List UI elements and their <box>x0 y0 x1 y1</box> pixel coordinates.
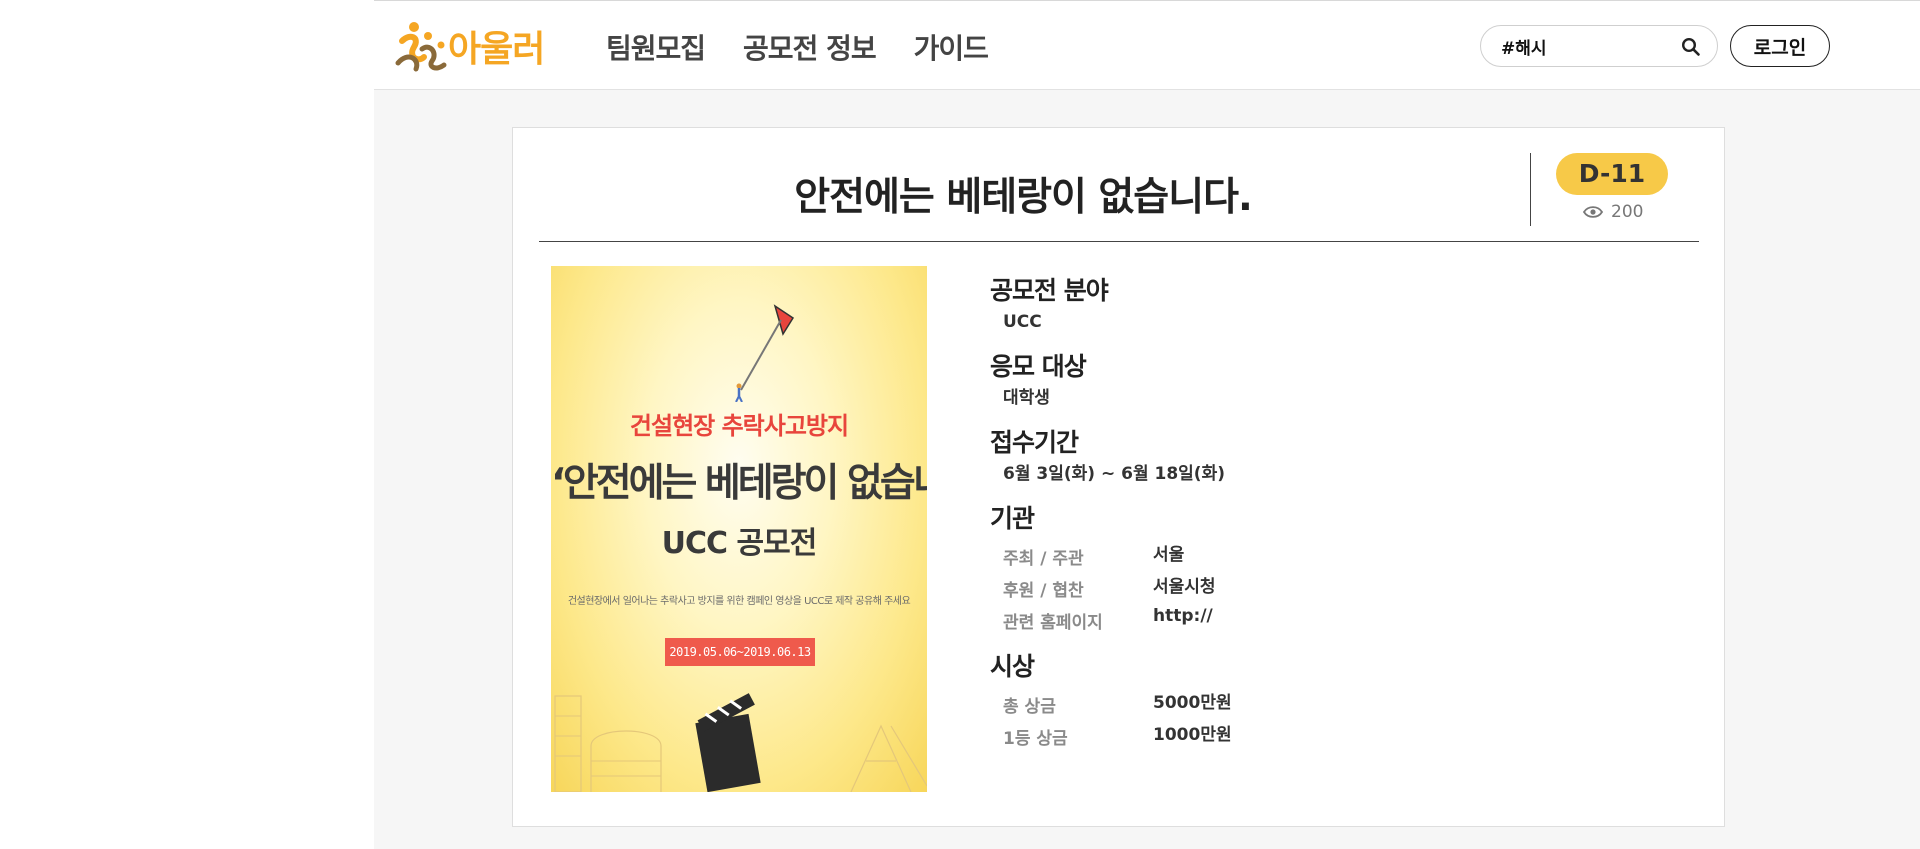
poster-period-ribbon: 2019.05.06~2019.06.13 <box>665 638 815 666</box>
organizer-label: 주최 / 주관 <box>1003 548 1084 569</box>
poster-event-name: UCC 공모전 <box>661 526 818 561</box>
logo-link[interactable]: 아울러 <box>394 21 545 72</box>
title-divider <box>539 241 1699 242</box>
search-box <box>1480 25 1718 67</box>
period-section: 접수기간 6월 3일(화) ~ 6월 18일(화) <box>990 428 1590 486</box>
eye-icon <box>1583 206 1603 218</box>
awards-heading: 시상 <box>990 652 1035 681</box>
sponsor-label: 후원 / 협찬 <box>1003 580 1084 601</box>
field-value: UCC <box>1003 312 1042 332</box>
logo-icon <box>395 22 447 72</box>
target-section: 응모 대상 대학생 <box>990 352 1590 410</box>
vertical-divider <box>1530 153 1531 226</box>
contest-poster: 건설현장 추락사고방지 ‘안전에는 베테랑이 없습니다’ UCC 공모전 건설현… <box>551 266 927 792</box>
field-section: 공모전 분야 UCC <box>990 276 1590 334</box>
kite-illustration-icon <box>735 304 795 402</box>
poster-description: 건설현장에서 일어나는 추락사고 방지를 위한 캠페인 영상을 UCC로 제작 … <box>567 596 911 607</box>
target-value: 대학생 <box>1003 388 1050 408</box>
homepage-label: 관련 홈페이지 <box>1003 612 1103 633</box>
homepage-row: 관련 홈페이지 http:// <box>1003 602 1590 634</box>
organizer-value: 서울 <box>1153 544 1185 565</box>
total-prize-value: 5000만원 <box>1153 692 1232 713</box>
first-prize-value: 1000만원 <box>1153 724 1232 745</box>
login-button[interactable]: 로그인 <box>1730 25 1830 67</box>
city-illustration-icon <box>554 693 927 792</box>
organization-section: 기관 주최 / 주관 서울 후원 / 협찬 서울시청 관련 홈페이지 http:… <box>990 504 1590 634</box>
awards-section: 시상 총 상금 5000만원 1등 상금 1000만원 <box>990 652 1590 750</box>
view-count: 200 <box>1583 202 1643 222</box>
logo-text: 아울러 <box>448 29 545 70</box>
target-heading: 응모 대상 <box>990 352 1087 381</box>
contest-detail-card: 안전에는 베테랑이 없습니다. D-11 200 건설현장 추락사고방지 ‘안전… <box>512 127 1725 827</box>
poster-subtitle: 건설현장 추락사고방지 <box>629 412 849 440</box>
nav-item-guide[interactable]: 가이드 <box>914 27 989 67</box>
total-prize-row: 총 상금 5000만원 <box>1003 686 1590 718</box>
sponsor-row: 후원 / 협찬 서울시청 <box>1003 570 1590 602</box>
organization-heading: 기관 <box>990 504 1035 533</box>
contest-info: 공모전 분야 UCC 응모 대상 대학생 접수기간 6월 3일(화) ~ 6월 … <box>990 276 1590 768</box>
organizer-row: 주최 / 주관 서울 <box>1003 538 1590 570</box>
homepage-link[interactable]: http:// <box>1153 606 1213 626</box>
field-heading: 공모전 분야 <box>990 276 1109 305</box>
nav-item-contest-info[interactable]: 공모전 정보 <box>743 27 877 67</box>
search-input[interactable] <box>1501 32 1661 60</box>
page: 아울러 팀원모집 공모전 정보 가이드 로그인 안전에는 베테랑이 없습니다. … <box>374 0 1920 849</box>
contest-title: 안전에는 베테랑이 없습니다. <box>794 175 1253 220</box>
top-navbar: 아울러 팀원모집 공모전 정보 가이드 로그인 <box>374 1 1920 90</box>
poster-headline: ‘안전에는 베테랑이 없습니다’ <box>551 461 927 506</box>
first-prize-row: 1등 상금 1000만원 <box>1003 718 1590 750</box>
search-icon[interactable] <box>1681 37 1701 57</box>
dday-badge: D-11 <box>1556 153 1668 195</box>
first-prize-label: 1등 상금 <box>1003 728 1068 749</box>
period-heading: 접수기간 <box>990 428 1079 457</box>
total-prize-label: 총 상금 <box>1003 696 1056 717</box>
period-value: 6월 3일(화) ~ 6월 18일(화) <box>1003 464 1225 484</box>
main-nav: 팀원모집 공모전 정보 가이드 <box>606 27 989 67</box>
nav-item-team-recruit[interactable]: 팀원모집 <box>606 27 706 67</box>
view-count-value: 200 <box>1611 202 1644 222</box>
sponsor-value: 서울시청 <box>1153 576 1216 597</box>
